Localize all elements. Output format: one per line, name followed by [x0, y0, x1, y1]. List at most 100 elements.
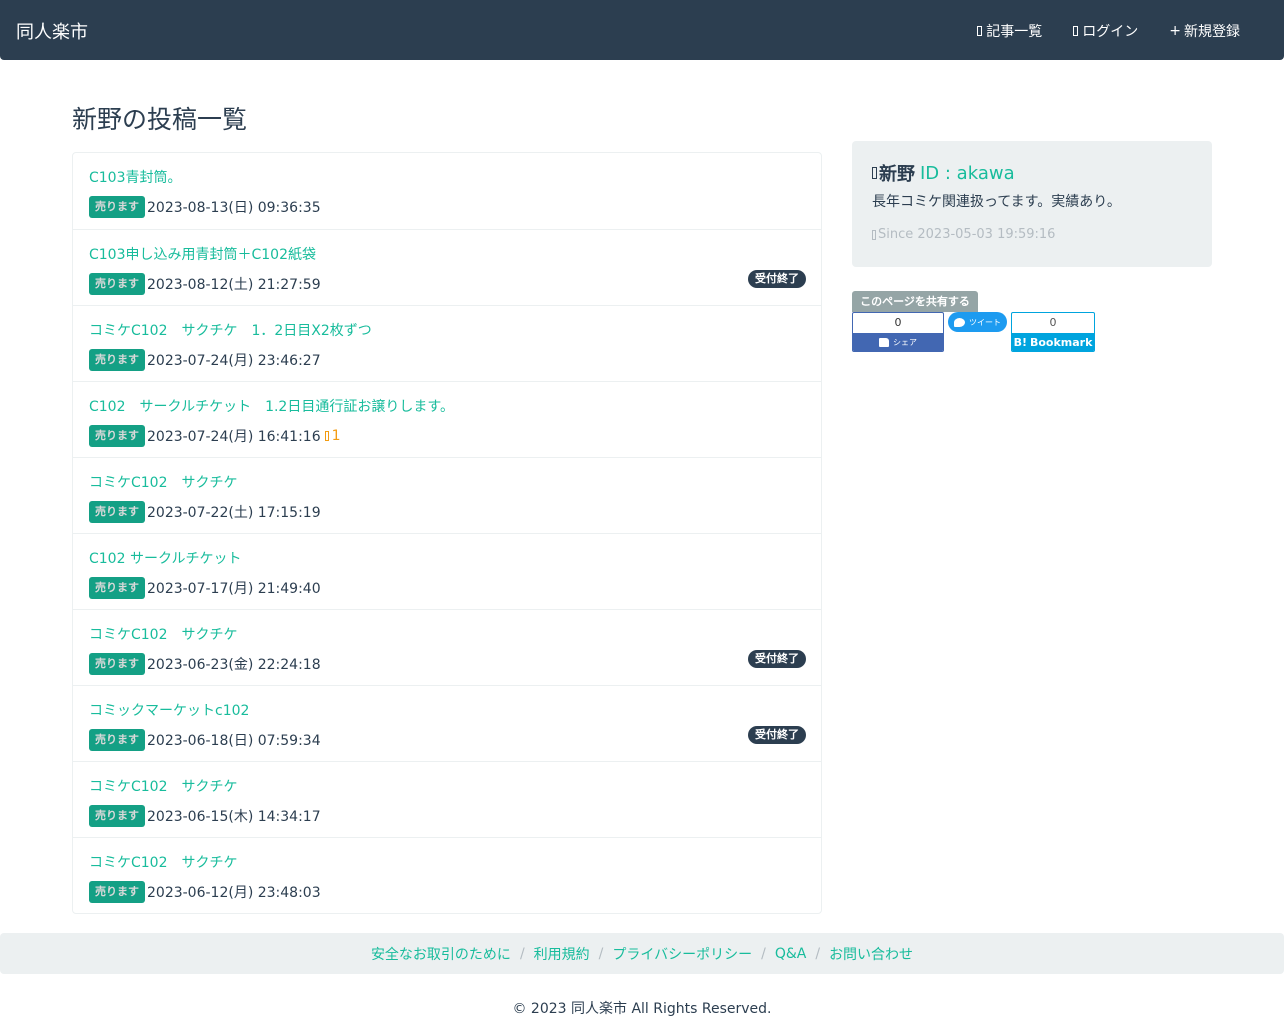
- facebook-share-count: 0: [894, 316, 902, 329]
- nav-link-label: ログイン: [1082, 24, 1139, 40]
- clock-icon: [872, 229, 876, 240]
- post-item: コミケC102 サクチケ 売ります 2023-06-15(木) 14:34:17: [73, 761, 821, 837]
- facebook-share-button[interactable]: 0 シェア: [852, 312, 944, 352]
- nav-link-label: 新規登録: [1184, 24, 1240, 40]
- profile-header: 新野 ID : akawa: [872, 160, 1015, 186]
- post-item: コミケC102 サクチケ 売ります 2023-06-23(金) 22:24:18 受付…: [73, 609, 821, 685]
- profile-name: 新野: [879, 164, 915, 185]
- post-date: 2023-08-13(日) 09:36:35: [147, 200, 321, 216]
- footer-separator: /: [598, 945, 604, 962]
- post-title-link[interactable]: C102 サークルチケット 1.2日目通行証お譲りします。: [89, 396, 454, 416]
- footer-link[interactable]: 利用規約: [534, 944, 590, 964]
- profile-since: Since 2023-05-03 19:59:16: [872, 227, 1055, 242]
- sell-badge: 売ります: [89, 273, 145, 295]
- navbar: 同人楽市 記事一覧 ログイン + 新規登録: [0, 0, 1284, 60]
- post-date: 2023-06-18(日) 07:59:34: [147, 733, 321, 749]
- thumbs-up-icon: [879, 338, 889, 347]
- sell-badge: 売ります: [89, 501, 145, 523]
- post-item: C103申し込み用青封筒＋C102紙袋 売ります 2023-08-12(土) 21:…: [73, 229, 821, 305]
- footer-separator: /: [761, 945, 766, 962]
- post-item: コミックマーケットc102 売ります 2023-06-18(日) 07:59:34 受…: [73, 685, 821, 761]
- share-label: このページを共有する: [852, 291, 978, 312]
- post-title-link[interactable]: C103申し込み用青封筒＋C102紙袋: [89, 244, 316, 264]
- comment-icon: [324, 431, 329, 441]
- post-title-link[interactable]: コミケC102 サクチケ: [89, 472, 238, 492]
- post-item: コミケC102 サクチケ 売ります 2023-07-22(土) 17:15:19: [73, 457, 821, 533]
- closed-badge: 受付終了: [748, 650, 806, 668]
- sell-badge: 売ります: [89, 577, 145, 599]
- post-title-link[interactable]: コミケC102 サクチケ 1．2日目X2枚ずつ: [89, 320, 372, 340]
- post-title-link[interactable]: コミケC102 サクチケ: [89, 852, 238, 872]
- footer-link[interactable]: プライバシーポリシー: [612, 944, 752, 964]
- nav-links: 記事一覧 ログイン + 新規登録: [946, 21, 1240, 41]
- post-meta: 売ります 2023-06-23(金) 22:24:18: [89, 653, 321, 675]
- post-date: 2023-08-12(土) 21:27:59: [147, 277, 321, 293]
- post-date: 2023-07-22(土) 17:15:19: [147, 505, 321, 521]
- twitter-share-button[interactable]: ツイート: [948, 312, 1007, 332]
- twitter-share-text: ツイート: [969, 317, 1001, 327]
- closed-badge: 受付終了: [748, 726, 806, 744]
- post-date: 2023-06-12(月) 23:48:03: [147, 885, 321, 901]
- sell-badge: 売ります: [89, 653, 145, 675]
- post-item: C103青封筒。 売ります 2023-08-13(日) 09:36:35: [73, 153, 821, 229]
- post-date: 2023-06-15(木) 14:34:17: [147, 809, 321, 825]
- facebook-share-action: シェア: [853, 333, 943, 351]
- sell-badge: 売ります: [89, 805, 145, 827]
- nav-link-register[interactable]: + 新規登録: [1169, 21, 1240, 41]
- post-item: C102 サークルチケット 1.2日目通行証お譲りします。 売ります 2023-07…: [73, 381, 821, 457]
- profile-card: 新野 ID : akawa 長年コミケ関連扱ってます。実績あり。 Since 2…: [852, 141, 1212, 267]
- brand-logo[interactable]: 同人楽市: [16, 18, 88, 44]
- sell-badge: 売ります: [89, 425, 145, 447]
- nav-link-articles[interactable]: 記事一覧: [977, 21, 1042, 41]
- profile-bio: 長年コミケ関連扱ってます。実績あり。: [872, 194, 1121, 210]
- sell-badge: 売ります: [89, 881, 145, 903]
- hatena-bookmark-action: B! Bookmark: [1012, 333, 1094, 351]
- sell-badge: 売ります: [89, 196, 145, 218]
- post-meta: 売ります 2023-06-18(日) 07:59:34: [89, 729, 321, 751]
- nav-link-login[interactable]: ログイン: [1073, 21, 1138, 41]
- closed-badge: 受付終了: [748, 270, 806, 288]
- copyright: © 2023 同人楽市 All Rights Reserved.: [512, 1001, 772, 1017]
- hatena-bookmark-count: 0: [1049, 316, 1057, 329]
- login-icon: [1073, 26, 1079, 36]
- footer-separator: /: [815, 945, 821, 962]
- hatena-icon: B!: [1013, 336, 1027, 349]
- footer-link[interactable]: お問い合わせ: [829, 944, 913, 964]
- sell-badge: 売ります: [89, 349, 145, 371]
- nav-link-label: 記事一覧: [986, 24, 1043, 40]
- post-title-link[interactable]: コミックマーケットc102: [89, 700, 249, 720]
- post-date: 2023-07-24(月) 16:41:16: [147, 429, 321, 445]
- post-item: コミケC102 サクチケ 売ります 2023-06-12(月) 23:48:03: [73, 837, 821, 913]
- comment-count: 1: [324, 428, 341, 444]
- profile-id: ID : akawa: [920, 162, 1015, 184]
- post-title-link[interactable]: C102 サークルチケット: [89, 548, 242, 568]
- post-title-link[interactable]: コミケC102 サクチケ: [89, 624, 238, 644]
- twitter-bird-icon: [954, 317, 965, 327]
- comment-count-value: 1: [331, 428, 341, 444]
- page-title: 新野の投稿一覧: [72, 105, 248, 134]
- facebook-share-text: シェア: [893, 338, 917, 347]
- profile-since-text: Since 2023-05-03 19:59:16: [878, 227, 1056, 242]
- post-date: 2023-06-23(金) 22:24:18: [147, 657, 321, 673]
- footer-link[interactable]: Q&A: [775, 946, 807, 962]
- footer-separator: /: [519, 945, 525, 962]
- post-date: 2023-07-17(月) 21:49:40: [147, 581, 321, 597]
- post-meta: 売ります 2023-07-17(月) 21:49:40: [89, 577, 321, 599]
- post-meta: 売ります 2023-07-24(月) 23:46:27: [89, 349, 321, 371]
- post-item: C102 サークルチケット 売ります 2023-07-17(月) 21:49:40: [73, 533, 821, 609]
- footer-links: 安全なお取引のために / 利用規約 / プライバシーポリシー / Q&A / お問い合わせ: [0, 933, 1284, 974]
- hatena-bookmark-button[interactable]: 0 B! Bookmark: [1011, 312, 1095, 352]
- post-meta: 売ります 2023-06-15(木) 14:34:17: [89, 805, 321, 827]
- sell-badge: 売ります: [89, 729, 145, 751]
- post-meta: 売ります 2023-07-24(月) 16:41:16 1: [89, 425, 341, 447]
- post-date: 2023-07-24(月) 23:46:27: [147, 353, 321, 369]
- post-title-link[interactable]: C103青封筒。: [89, 167, 182, 187]
- hatena-bookmark-text: Bookmark: [1029, 336, 1093, 349]
- post-title-link[interactable]: コミケC102 サクチケ: [89, 776, 238, 796]
- post-item: コミケC102 サクチケ 1．2日目X2枚ずつ 売ります 2023-07-24(月)…: [73, 305, 821, 381]
- plus-icon: +: [1169, 23, 1181, 39]
- user-icon: [872, 167, 877, 179]
- footer-link[interactable]: 安全なお取引のために: [371, 944, 511, 964]
- post-meta: 売ります 2023-08-12(土) 21:27:59: [89, 273, 321, 295]
- post-meta: 売ります 2023-08-13(日) 09:36:35: [89, 196, 321, 218]
